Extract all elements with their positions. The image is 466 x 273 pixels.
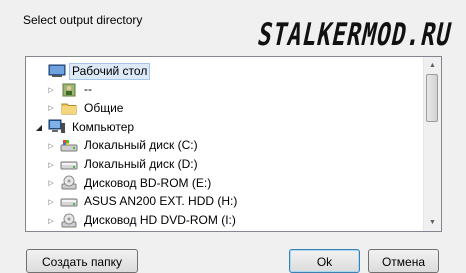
cancel-button[interactable]: Отмена <box>368 249 439 273</box>
scroll-up-arrow-icon[interactable]: ▲ <box>424 57 441 74</box>
expand-arrow-icon[interactable]: ▷ <box>46 216 56 226</box>
hard-drive-icon <box>60 157 78 173</box>
folder-icon <box>60 100 78 116</box>
collapse-arrow-icon[interactable]: ◢ <box>34 122 44 132</box>
scroll-thumb[interactable] <box>426 74 438 122</box>
ok-button[interactable]: Ok <box>289 249 360 273</box>
expand-arrow-icon[interactable]: ▷ <box>46 85 56 95</box>
dialog-prompt: Select output directory <box>23 13 143 27</box>
expand-arrow-icon[interactable]: ▷ <box>46 141 56 151</box>
expand-arrow-icon[interactable]: ▷ <box>46 197 56 207</box>
tree-item[interactable]: Рабочий стол <box>34 62 151 80</box>
make-folder-button[interactable]: Создать папку <box>26 249 138 273</box>
select-directory-dialog: Select output directory STALKERMOD.RU Ра… <box>0 0 466 273</box>
computer-icon <box>48 119 66 135</box>
tree-item-label: ASUS AN200 EXT. HDD (H:) <box>84 194 238 209</box>
expand-arrow-icon[interactable]: ▷ <box>46 160 56 170</box>
vertical-scrollbar[interactable]: ▲ ▼ <box>423 57 441 231</box>
tree-item[interactable]: ▷ -- <box>46 81 95 99</box>
user-folder-icon <box>60 82 78 98</box>
folder-tree[interactable]: Рабочий стол ▷ -- ▷ Общие ◢ Компьютер ▷ Локальны… <box>25 56 442 232</box>
tree-item[interactable]: ▷ Дисковод BD-ROM (E:) <box>46 174 214 192</box>
tree-item-label: Локальный диск (C:) <box>84 138 198 153</box>
tree-item[interactable]: ▷ Дисковод HD DVD-ROM (I:) <box>46 212 239 230</box>
tree-item[interactable]: ◢ Компьютер <box>34 118 137 136</box>
tree-item-label: Компьютер <box>72 119 135 134</box>
tree-item-label: Дисковод HD DVD-ROM (I:) <box>84 213 236 228</box>
tree-item-label: Дисковод BD-ROM (E:) <box>84 175 212 190</box>
watermark-logo: STALKERMOD.RU <box>254 18 456 54</box>
desktop-icon <box>48 63 66 79</box>
tree-item-label: -- <box>84 82 92 97</box>
system-drive-icon <box>60 138 78 154</box>
optical-drive-icon <box>60 213 78 229</box>
tree-item[interactable]: ▷ Общие <box>46 99 126 117</box>
tree-item[interactable]: ▷ ASUS AN200 EXT. HDD (H:) <box>46 193 240 211</box>
tree-item-label: Общие <box>84 100 124 115</box>
tree-item[interactable]: ▷ Локальный диск (D:) <box>46 156 201 174</box>
expand-arrow-icon[interactable]: ▷ <box>46 178 56 188</box>
tree-item[interactable]: ▷ Локальный диск (C:) <box>46 137 201 155</box>
tree-item-label: Рабочий стол <box>69 62 151 80</box>
expand-arrow-icon[interactable]: ▷ <box>46 103 56 113</box>
hard-drive-icon <box>60 194 78 210</box>
scroll-down-arrow-icon[interactable]: ▼ <box>424 214 441 231</box>
tree-item-label: Локальный диск (D:) <box>84 157 198 171</box>
optical-drive-icon <box>60 175 78 191</box>
